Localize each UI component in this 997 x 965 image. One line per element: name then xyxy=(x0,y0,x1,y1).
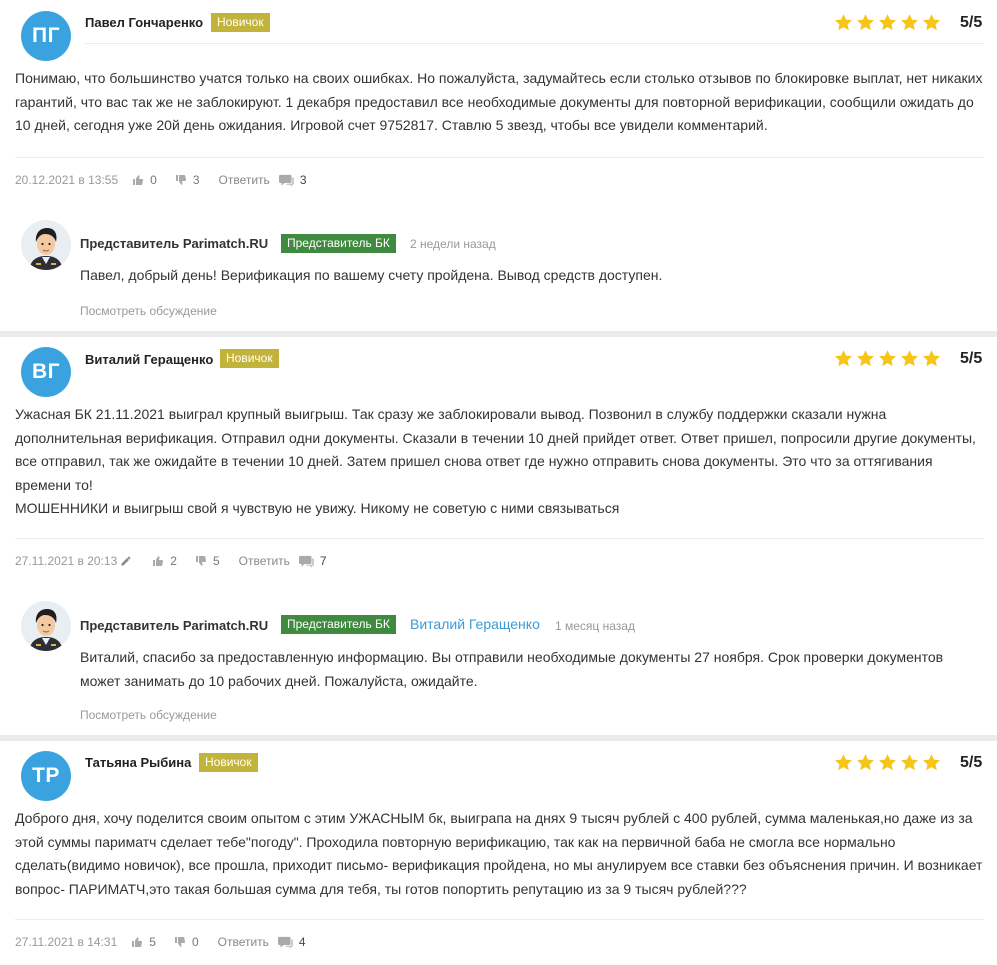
rating-value: 5/5 xyxy=(960,754,983,771)
representative-avatar xyxy=(21,220,71,270)
star-icon xyxy=(857,754,874,771)
divider xyxy=(85,43,984,44)
review-text: Доброго дня, хочу поделится своим опытом… xyxy=(15,810,983,897)
star-icon xyxy=(879,14,896,31)
comments-button[interactable]: 4 xyxy=(277,935,306,949)
representative-badge: Представитель БК xyxy=(281,615,396,634)
rating-stars xyxy=(834,753,941,772)
star-icon xyxy=(901,350,918,367)
representative-avatar-icon xyxy=(29,609,63,651)
thumbs-up-icon xyxy=(133,175,144,185)
representative-avatar-icon xyxy=(29,228,63,270)
comments-button[interactable]: 7 xyxy=(298,554,327,568)
star-icon xyxy=(923,14,940,31)
representative-avatar xyxy=(21,601,71,651)
response-time: 1 месяц назад xyxy=(555,619,635,633)
view-discussion-link[interactable]: Посмотреть обсуждение xyxy=(80,708,217,722)
review-date: 20.12.2021 в 13:55 xyxy=(15,173,119,187)
view-discussion-link[interactable]: Посмотреть обсуждение xyxy=(80,304,217,318)
representative-name[interactable]: Представитель Parimatch.RU xyxy=(80,618,268,633)
like-button[interactable]: 2 xyxy=(152,554,177,568)
author-name[interactable]: Татьяна Рыбина xyxy=(85,755,191,770)
star-icon xyxy=(879,350,896,367)
star-icon xyxy=(879,754,896,771)
star-icon xyxy=(835,754,852,771)
review-meta: 27.11.2021 в 14:31 5 0 Ответить 4 xyxy=(15,935,306,949)
author-name[interactable]: Виталий Геращенко xyxy=(85,352,213,367)
star-icon xyxy=(923,754,940,771)
rating-stars xyxy=(834,349,941,368)
thumbs-down-icon xyxy=(174,937,185,947)
thumbs-down-icon xyxy=(175,175,186,185)
representative-badge: Представитель БК xyxy=(281,234,396,253)
author-name[interactable]: Павел Гончаренко xyxy=(85,15,203,30)
avatar[interactable]: ПГ xyxy=(21,11,71,61)
divider xyxy=(15,157,984,158)
star-icon xyxy=(835,350,852,367)
star-icon xyxy=(923,350,940,367)
review-text: Ужасная БК 21.11.2021 выиграл крупный вы… xyxy=(15,406,976,516)
thumbs-up-icon xyxy=(132,937,143,947)
like-button[interactable]: 0 xyxy=(132,173,157,187)
review-meta: 27.11.2021 в 20:13 2 5 Ответить 7 xyxy=(15,554,327,568)
divider xyxy=(15,919,984,920)
review-card: ВГ Виталий Геращенко Новичок 5/5 Ужасная… xyxy=(0,337,997,736)
rating-value: 5/5 xyxy=(960,14,983,31)
comments-button[interactable]: 3 xyxy=(278,173,307,187)
like-button[interactable]: 5 xyxy=(131,935,156,949)
review-meta: 20.12.2021 в 13:55 0 3 Ответить 3 xyxy=(15,173,307,187)
status-badge: Новичок xyxy=(199,753,258,772)
review-card: ПГ Павел Гончаренко Новичок 5/5 Понимаю,… xyxy=(0,0,997,332)
reply-button[interactable]: Ответить xyxy=(219,173,270,187)
reply-button[interactable]: Ответить xyxy=(239,554,290,568)
edit-icon xyxy=(121,556,131,566)
dislike-button[interactable]: 5 xyxy=(195,554,220,568)
response-time: 2 недели назад xyxy=(410,237,496,251)
avatar[interactable]: ВГ xyxy=(21,347,71,397)
dislike-button[interactable]: 3 xyxy=(175,173,200,187)
response-text: Виталий, спасибо за предоставленную инфо… xyxy=(80,649,944,689)
rating-value: 5/5 xyxy=(960,350,983,367)
star-icon xyxy=(835,14,852,31)
status-badge: Новичок xyxy=(220,349,279,368)
star-icon xyxy=(857,350,874,367)
review-card: ТР Татьяна Рыбина Новичок 5/5 Доброго дн… xyxy=(0,741,997,965)
thumbs-up-icon xyxy=(153,556,164,566)
reply-button[interactable]: Ответить xyxy=(218,935,269,949)
dislike-button[interactable]: 0 xyxy=(174,935,199,949)
comment-icon xyxy=(278,174,294,187)
reply-to-user-link[interactable]: Виталий Геращенко xyxy=(410,616,540,632)
status-badge: Новичок xyxy=(211,13,270,32)
review-text: Понимаю, что большинство учатся только н… xyxy=(15,70,983,133)
star-icon xyxy=(857,14,874,31)
avatar[interactable]: ТР xyxy=(21,751,71,801)
review-date: 27.11.2021 в 14:31 xyxy=(15,935,118,949)
comment-icon xyxy=(277,936,293,949)
review-date: 27.11.2021 в 20:13 xyxy=(15,554,118,568)
response-text: Павел, добрый день! Верификация по вашем… xyxy=(80,267,663,283)
comment-icon xyxy=(298,555,314,568)
representative-name[interactable]: Представитель Parimatch.RU xyxy=(80,236,268,251)
star-icon xyxy=(901,754,918,771)
rating-stars xyxy=(834,13,941,32)
thumbs-down-icon xyxy=(195,556,206,566)
star-icon xyxy=(901,14,918,31)
divider xyxy=(15,538,984,539)
